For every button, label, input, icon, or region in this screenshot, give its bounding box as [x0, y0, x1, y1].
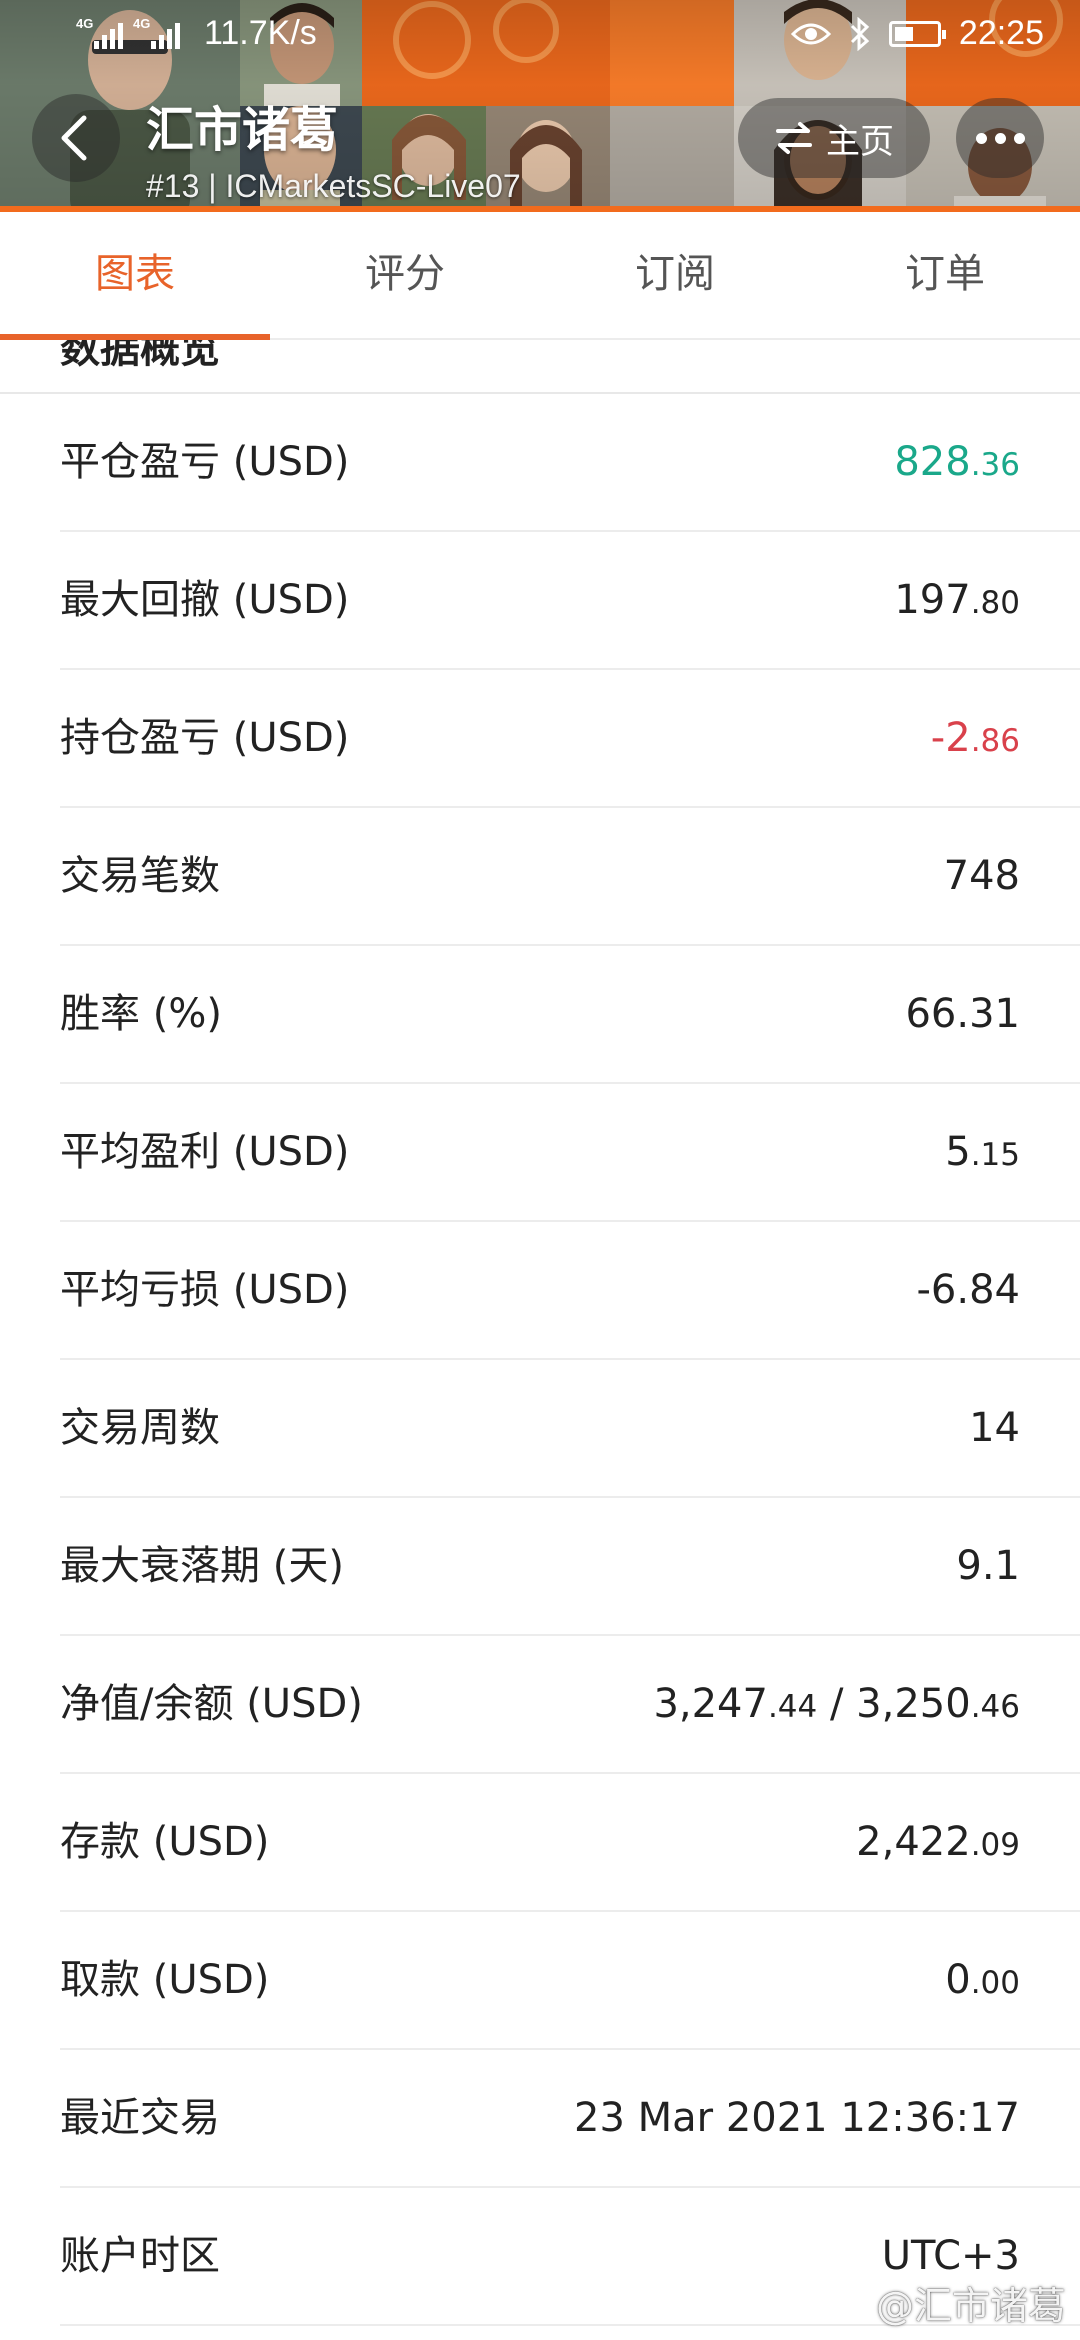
stat-value: 66.31	[905, 991, 1020, 1037]
stat-row-max-decline-period: 最大衰落期 (天) 9.1	[60, 1498, 1080, 1636]
stat-value: 197.80	[894, 577, 1020, 623]
stat-row-trading-weeks: 交易周数 14	[60, 1360, 1080, 1498]
section-title: 数据概览	[60, 340, 220, 372]
stat-value: 828.36	[894, 439, 1020, 485]
more-dot-icon	[994, 132, 1006, 144]
weibo-watermark: @汇市诸葛	[836, 2275, 1066, 2330]
stat-value: 23 Mar 2021 12:36:17	[574, 2095, 1020, 2141]
status-bar: 4G 4G 11.7K/s 22:25	[0, 0, 1080, 72]
stat-value: -2.86	[930, 715, 1020, 761]
stat-row-open-pnl: 持仓盈亏 (USD) -2.86	[60, 670, 1080, 808]
stat-row-win-rate: 胜率 (%) 66.31	[60, 946, 1080, 1084]
home-button[interactable]: 主页	[738, 98, 930, 178]
stat-value: 2,422.09	[856, 1819, 1020, 1865]
chevron-left-icon	[61, 115, 87, 161]
bluetooth-icon	[850, 16, 870, 51]
stat-label: 最大衰落期 (天)	[60, 1543, 344, 1589]
stat-row-last-trade: 最近交易 23 Mar 2021 12:36:17	[60, 2050, 1080, 2188]
stat-label: 取款 (USD)	[60, 1957, 270, 2003]
stat-value: 9.1	[956, 1543, 1020, 1589]
stat-row-equity-balance: 净值/余额 (USD) 3,247.44 / 3,250.46	[60, 1636, 1080, 1774]
stat-label: 胜率 (%)	[60, 991, 222, 1037]
tab-rating[interactable]: 评分	[270, 212, 540, 338]
swap-arrows-icon	[776, 122, 812, 154]
stat-row-trade-count: 交易笔数 748	[60, 808, 1080, 946]
stat-row-avg-loss: 平均亏损 (USD) -6.84	[60, 1222, 1080, 1360]
stat-label: 净值/余额 (USD)	[60, 1681, 363, 1727]
stat-label: 最近交易	[60, 2095, 220, 2141]
nav-row: 汇市诸葛 #13 | ICMarketsSC-Live07 主页	[0, 72, 1080, 206]
stat-value: 14	[969, 1405, 1020, 1451]
weibo-logo-icon	[836, 2290, 869, 2316]
stat-value: 5.15	[945, 1129, 1020, 1175]
signal-tag-2: 4G	[133, 15, 151, 31]
stat-label: 交易笔数	[60, 853, 220, 899]
clock: 22:25	[958, 14, 1044, 52]
more-dot-icon	[975, 132, 987, 144]
tab-chart[interactable]: 图表	[0, 212, 270, 340]
signal-tag: 4G	[76, 15, 94, 31]
status-left: 4G 4G 11.7K/s	[76, 14, 317, 53]
battery-icon	[888, 20, 946, 47]
signal-icon: 4G	[76, 15, 123, 49]
stat-row-max-drawdown: 最大回撤 (USD) 197.80	[60, 532, 1080, 670]
stat-row-deposits: 存款 (USD) 2,422.09	[60, 1774, 1080, 1912]
stat-value: 748	[943, 853, 1020, 899]
stat-value: 0.00	[945, 1957, 1020, 2003]
stat-label: 平均盈利 (USD)	[60, 1129, 350, 1175]
back-button[interactable]	[32, 94, 120, 182]
stat-label: 最大回撤 (USD)	[60, 577, 350, 623]
network-speed: 11.7K/s	[204, 14, 317, 52]
stat-value: 3,247.44 / 3,250.46	[653, 1681, 1020, 1727]
tab-subscribe[interactable]: 订阅	[540, 212, 810, 338]
home-button-label: 主页	[826, 121, 894, 162]
stat-label: 交易周数	[60, 1405, 220, 1451]
account-subtitle: #13 | ICMarketsSC-Live07	[146, 168, 521, 204]
stat-row-withdrawals: 取款 (USD) 0.00	[60, 1912, 1080, 2050]
profile-header: 4G 4G 11.7K/s 22:25 汇市诸葛 #13 | ICMarkets…	[0, 0, 1080, 212]
stat-label: 平均亏损 (USD)	[60, 1267, 350, 1313]
stats-list: 平仓盈亏 (USD) 828.36 最大回撤 (USD) 197.80 持仓盈亏…	[0, 394, 1080, 2326]
status-right: 22:25	[790, 14, 1044, 53]
stat-label: 账户时区	[60, 2233, 220, 2279]
stat-row-closed-pnl: 平仓盈亏 (USD) 828.36	[60, 394, 1080, 532]
stat-row-avg-profit: 平均盈利 (USD) 5.15	[60, 1084, 1080, 1222]
page-title: 汇市诸葛	[146, 102, 339, 158]
stats-content[interactable]: 数据概览 平仓盈亏 (USD) 828.36 最大回撤 (USD) 197.80…	[0, 340, 1080, 2340]
stat-label: 存款 (USD)	[60, 1819, 270, 1865]
tab-orders[interactable]: 订单	[810, 212, 1080, 338]
signal-icon-2: 4G	[133, 15, 180, 49]
eye-icon	[790, 23, 831, 44]
more-options-button[interactable]	[956, 98, 1044, 178]
more-dot-icon	[1013, 132, 1025, 144]
watermark-text: @汇市诸葛	[875, 2284, 1066, 2328]
stat-label: 持仓盈亏 (USD)	[60, 715, 350, 761]
stat-label: 平仓盈亏 (USD)	[60, 439, 350, 485]
tab-bar: 图表 评分 订阅 订单	[0, 212, 1080, 340]
title-block: 汇市诸葛 #13 | ICMarketsSC-Live07	[146, 90, 521, 205]
stat-value: -6.84	[916, 1267, 1021, 1313]
